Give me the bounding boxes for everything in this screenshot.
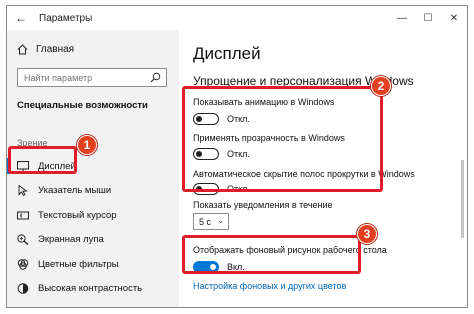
notifications-dropdown[interactable]: 5 с ⌄ bbox=[193, 213, 229, 230]
window-controls: — ☐ ✕ bbox=[389, 6, 467, 30]
callout-3: 3 bbox=[357, 224, 377, 244]
search-field[interactable] bbox=[17, 68, 167, 87]
search-icon bbox=[150, 72, 161, 83]
arrow-left-icon: ← bbox=[15, 11, 27, 25]
title-bar: ← Параметры — ☐ ✕ bbox=[7, 6, 467, 30]
chevron-down-icon: ⌄ bbox=[217, 216, 224, 225]
scrollbar[interactable] bbox=[461, 160, 464, 238]
sidebar-item-high-contrast[interactable]: Высокая контрастность bbox=[7, 277, 179, 302]
callout-1: 1 bbox=[77, 135, 97, 155]
sidebar-item-label: Текстовый курсор bbox=[38, 209, 117, 221]
color-settings-link[interactable]: Настройка фоновых и других цветов bbox=[193, 281, 346, 291]
sidebar-item-label: Главная bbox=[36, 44, 75, 55]
nav-list: Дисплей Указатель мыши Текстовый курсор … bbox=[7, 154, 179, 301]
color-filter-icon bbox=[17, 259, 29, 270]
sidebar-item-text-cursor[interactable]: Текстовый курсор bbox=[7, 203, 179, 228]
maximize-button[interactable]: ☐ bbox=[415, 6, 441, 30]
sidebar-item-mouse-pointer[interactable]: Указатель мыши bbox=[7, 179, 179, 204]
contrast-icon bbox=[17, 283, 29, 295]
callout-2: 2 bbox=[371, 76, 391, 96]
section-title: Специальные возможности bbox=[17, 100, 148, 111]
notifications-label: Показать уведомления в течение bbox=[193, 200, 333, 210]
sidebar-item-home[interactable]: Главная bbox=[17, 44, 74, 55]
sidebar-item-color-filters[interactable]: Цветные фильтры bbox=[7, 252, 179, 277]
home-icon bbox=[17, 44, 28, 55]
close-button[interactable]: ✕ bbox=[441, 6, 467, 30]
magnifier-icon bbox=[17, 234, 29, 246]
sidebar-item-label: Цветные фильтры bbox=[38, 258, 119, 270]
search-input[interactable] bbox=[24, 72, 144, 83]
dropdown-value: 5 с bbox=[199, 216, 212, 227]
sidebar-item-magnifier[interactable]: Экранная лупа bbox=[7, 228, 179, 253]
sidebar-item-label: Экранная лупа bbox=[38, 234, 104, 246]
page-title: Дисплей bbox=[193, 44, 261, 63]
sidebar-item-label: Высокая контрастность bbox=[38, 283, 143, 295]
mouse-pointer-icon bbox=[18, 185, 28, 197]
highlight-simplify-section bbox=[182, 86, 383, 192]
highlight-background-setting bbox=[182, 235, 361, 274]
window-title: Параметры bbox=[39, 12, 93, 24]
back-button[interactable]: ← bbox=[7, 6, 35, 30]
text-cursor-icon bbox=[17, 211, 29, 220]
sidebar-item-label: Указатель мыши bbox=[38, 185, 112, 197]
highlight-display-item bbox=[8, 146, 77, 174]
minimize-button[interactable]: — bbox=[389, 6, 415, 30]
